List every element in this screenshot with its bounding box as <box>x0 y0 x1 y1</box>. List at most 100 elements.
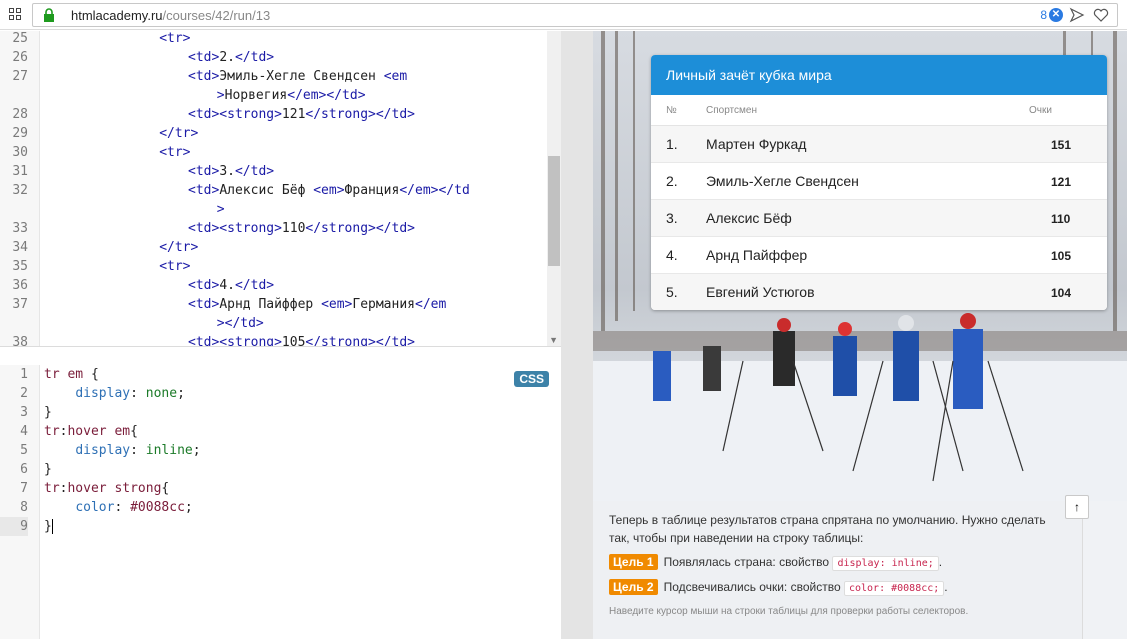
html-tag-token: </em></td <box>399 183 470 198</box>
html-text-token: 105 <box>281 335 306 347</box>
line-number: 38 <box>12 335 28 347</box>
heart-icon[interactable] <box>1093 7 1109 23</box>
goal-1-badge: Цель 1 <box>609 554 658 570</box>
code-text: tr:hover em{ <box>44 422 138 441</box>
html-code-line: 34 </tr> <box>0 238 545 257</box>
html-code-line: 28 <td><strong>121</strong></td> <box>0 105 545 124</box>
header-athlete: Спортсмен <box>706 105 757 116</box>
code-text: <td>4.</td> <box>188 276 274 295</box>
table-row[interactable]: 1. Мартен Фуркад 151 <box>651 126 1107 163</box>
html-tag-token: </strong></td> <box>305 221 415 236</box>
html-text-token: Германия <box>352 297 415 312</box>
line-number: 36 <box>12 278 28 293</box>
css-sel-token: #0088cc <box>130 500 185 515</box>
preview-pane: Личный зачёт кубка мира № Спортсмен Очки… <box>593 31 1127 639</box>
text-cursor <box>51 519 53 534</box>
row-num: 1. <box>666 136 678 152</box>
pane-divider[interactable] <box>561 31 593 639</box>
line-number: 27 <box>12 69 28 84</box>
scroll-down-icon[interactable]: ▼ <box>549 335 558 345</box>
table-row[interactable]: 4. Арнд Пайффер 105 <box>651 237 1107 274</box>
line-number: 31 <box>12 164 28 179</box>
html-text-token: Арнд Пайффер <box>219 297 322 312</box>
html-text-token: 110 <box>281 221 306 236</box>
css-pun-token: { <box>161 481 170 496</box>
code-text: display: inline; <box>44 441 200 460</box>
goal-1: Цель 1 Появлялась страна: свойство displa… <box>609 554 942 571</box>
code-text: display: none; <box>44 384 185 403</box>
goal-2-text: Подсвечивались очки: свойство <box>663 580 841 594</box>
html-code-line: 26 <td>2.</td> <box>0 48 545 67</box>
code-text: <td><strong>110</strong></td> <box>188 219 415 238</box>
line-number: 1 <box>20 367 28 382</box>
html-scroll-thumb[interactable] <box>548 156 560 266</box>
css-pun-token <box>44 386 75 401</box>
css-val-token: none <box>145 386 178 401</box>
css-code-line: 1 tr em { <box>0 365 561 384</box>
css-sel-token: tr <box>44 424 60 439</box>
apps-grid-icon[interactable] <box>9 8 21 20</box>
code-text: <td>Эмиль-Хегле Свендсен <em <box>188 67 407 86</box>
hint-text: Наведите курсор мыши на строки таблицы д… <box>609 606 969 617</box>
table-row[interactable]: 3. Алексис Бёф 110 <box>651 200 1107 237</box>
css-pun-token: { <box>83 367 99 382</box>
html-tag-token: <td> <box>188 69 220 84</box>
css-code-line: 7 tr:hover strong{ <box>0 479 561 498</box>
html-code-line: 33 <td><strong>110</strong></td> <box>0 219 545 238</box>
html-scrollbar[interactable]: ▼ <box>547 31 561 346</box>
line-number: 34 <box>12 240 28 255</box>
line-number: 8 <box>20 500 28 515</box>
line-number: 7 <box>20 481 28 496</box>
table-row[interactable]: 5. Евгений Устюгов 104 <box>651 274 1107 310</box>
css-val-token: inline <box>145 443 193 458</box>
css-sel-token: tr <box>44 481 60 496</box>
code-text: <td>2.</td> <box>188 48 274 67</box>
line-number: 2 <box>20 386 28 401</box>
line-number: 5 <box>20 443 28 458</box>
goal-2-badge: Цель 2 <box>609 579 658 595</box>
address-field[interactable]: htmlacademy.ru/courses/42/run/13 8 ✕ <box>32 3 1118 27</box>
header-points: Очки <box>1029 105 1052 116</box>
html-code-line: > <box>0 200 545 219</box>
extension-count[interactable]: 8 <box>1040 8 1047 22</box>
code-text: } <box>44 517 53 536</box>
html-tag-token: </em></td> <box>287 88 366 103</box>
css-code-line: 6} <box>0 460 561 479</box>
html-text-token: Франция <box>344 183 400 198</box>
line-number: 30 <box>12 145 28 160</box>
code-text: } <box>44 403 52 422</box>
html-tag-token: </strong></td> <box>305 335 415 347</box>
row-athlete: Алексис Бёф <box>706 210 792 226</box>
row-athlete: Эмиль-Хегле Свендсен <box>706 173 859 189</box>
table-row[interactable]: 2. Эмиль-Хегле Свендсен 121 <box>651 163 1107 200</box>
html-tag-token: <tr> <box>159 259 191 274</box>
html-tag-token: </tr> <box>159 240 199 255</box>
scroll-up-button[interactable]: ↑ <box>1065 495 1089 519</box>
css-pun-token: : <box>130 443 146 458</box>
html-code-line: 29 </tr> <box>0 124 545 143</box>
editor-area: ▼ 25 <tr> 26 <td>2.</td> 27 <td>Эмиль-Хегле С… <box>0 31 561 639</box>
html-editor[interactable]: ▼ 25 <tr> 26 <td>2.</td> 27 <td>Эмиль-Хегле С… <box>0 31 561 347</box>
line-number: 25 <box>12 31 28 46</box>
extension-badge-icon[interactable]: ✕ <box>1049 8 1063 22</box>
css-editor[interactable]: CSS 1 tr em {2 display: none; 3} 4 tr:hover … <box>0 365 561 639</box>
table-header-row: № Спортсмен Очки <box>651 95 1107 126</box>
html-code-line: 38 <td><strong>105</strong></td> <box>0 333 545 347</box>
css-sel-token: hover em <box>67 424 131 439</box>
line-number: 4 <box>20 424 28 439</box>
code-text: <tr> <box>159 257 190 276</box>
html-code-line: >Норвегия</em></td> <box>0 86 545 105</box>
code-text: <td><strong>121</strong></td> <box>188 105 415 124</box>
css-prop-token: color <box>75 500 115 515</box>
html-code-line: 32 <td>Алексис Бёф <em>Франция</em></td <box>0 181 545 200</box>
row-num: 2. <box>666 173 678 189</box>
html-tag-token: </td> <box>234 164 275 179</box>
send-icon[interactable] <box>1069 7 1085 23</box>
css-pun-token: ; <box>177 386 185 401</box>
html-tag-token: </em <box>415 297 447 312</box>
row-points: 110 <box>1051 212 1071 226</box>
html-code-line: 25 <tr> <box>0 31 545 48</box>
html-code-line: 36 <td>4.</td> <box>0 276 545 295</box>
html-tag-token: > <box>216 88 225 103</box>
row-athlete: Мартен Фуркад <box>706 136 807 152</box>
